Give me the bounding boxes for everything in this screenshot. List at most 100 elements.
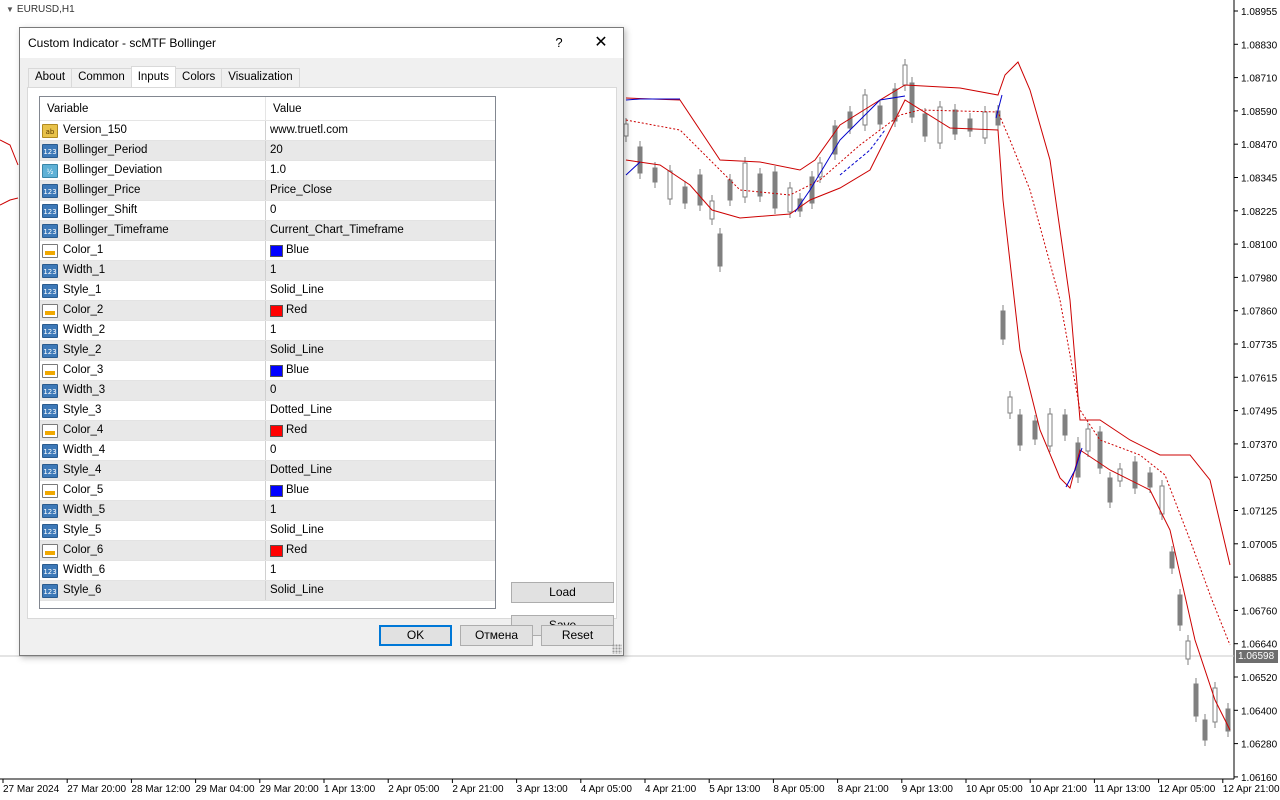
value-cell[interactable]: Solid_Line: [266, 521, 495, 540]
tab-colors[interactable]: Colors: [175, 68, 223, 87]
variable-name: Style_5: [63, 524, 102, 536]
variable-cell[interactable]: Color_6: [40, 541, 266, 560]
reset-button[interactable]: Reset: [541, 625, 614, 646]
input-row[interactable]: 123 Style_6 Solid_Line: [40, 581, 495, 601]
value-text: Price_Close: [270, 184, 332, 196]
input-row[interactable]: ab Version_150 www.truetl.com: [40, 121, 495, 141]
variable-cell[interactable]: 123 Style_2: [40, 341, 266, 360]
variable-cell[interactable]: 123 Width_5: [40, 501, 266, 520]
value-cell[interactable]: 20: [266, 141, 495, 160]
price-label: 1.07125: [1241, 507, 1278, 518]
input-row[interactable]: 123 Width_2 1: [40, 321, 495, 341]
variable-cell[interactable]: 123 Bollinger_Shift: [40, 201, 266, 220]
variable-cell[interactable]: 123 Width_6: [40, 561, 266, 580]
variable-cell[interactable]: Color_5: [40, 481, 266, 500]
value-cell[interactable]: Blue: [266, 241, 495, 260]
price-label: 1.06885: [1241, 573, 1278, 584]
candle-body: [1132, 461, 1138, 489]
value-cell[interactable]: Blue: [266, 361, 495, 380]
variable-cell[interactable]: 123 Bollinger_Period: [40, 141, 266, 160]
value-cell[interactable]: Dotted_Line: [266, 401, 495, 420]
variable-cell[interactable]: 123 Style_6: [40, 581, 266, 600]
input-row[interactable]: 123 Style_2 Solid_Line: [40, 341, 495, 361]
variable-cell[interactable]: 123 Bollinger_Price: [40, 181, 266, 200]
input-row[interactable]: 123 Width_5 1: [40, 501, 495, 521]
variable-cell[interactable]: 123 Width_1: [40, 261, 266, 280]
candle-body: [697, 174, 703, 206]
input-row[interactable]: 123 Bollinger_Shift 0: [40, 201, 495, 221]
value-cell[interactable]: Solid_Line: [266, 341, 495, 360]
input-row[interactable]: 123 Width_3 0: [40, 381, 495, 401]
variable-name: Width_3: [63, 384, 106, 396]
value-cell[interactable]: Red: [266, 301, 495, 320]
variable-cell[interactable]: 123 Style_3: [40, 401, 266, 420]
variable-cell[interactable]: Color_2: [40, 301, 266, 320]
input-row[interactable]: 123 Style_5 Solid_Line: [40, 521, 495, 541]
value-cell[interactable]: 1.0: [266, 161, 495, 180]
tab-common[interactable]: Common: [71, 68, 132, 87]
variable-cell[interactable]: Color_3: [40, 361, 266, 380]
value-cell[interactable]: Solid_Line: [266, 281, 495, 300]
variable-cell[interactable]: 123 Width_3: [40, 381, 266, 400]
close-button[interactable]: ✕: [584, 28, 618, 58]
input-row[interactable]: 123 Style_1 Solid_Line: [40, 281, 495, 301]
variable-cell[interactable]: 123 Style_5: [40, 521, 266, 540]
price-label: 1.07980: [1241, 273, 1278, 284]
variable-cell[interactable]: 123 Style_4: [40, 461, 266, 480]
variable-cell[interactable]: 123 Style_1: [40, 281, 266, 300]
input-row[interactable]: Color_1 Blue: [40, 241, 495, 261]
value-cell[interactable]: 0: [266, 381, 495, 400]
variable-cell[interactable]: 123 Width_4: [40, 441, 266, 460]
input-row[interactable]: 123 Width_6 1: [40, 561, 495, 581]
input-row[interactable]: 123 Bollinger_Period 20: [40, 141, 495, 161]
value-cell[interactable]: 1: [266, 261, 495, 280]
resize-grip-icon[interactable]: [612, 644, 622, 654]
value-cell[interactable]: www.truetl.com: [266, 121, 495, 140]
value-cell[interactable]: 1: [266, 561, 495, 580]
tab-inputs[interactable]: Inputs: [130, 66, 177, 87]
value-cell[interactable]: Red: [266, 541, 495, 560]
variable-cell[interactable]: Color_1: [40, 241, 266, 260]
input-row[interactable]: 123 Bollinger_Price Price_Close: [40, 181, 495, 201]
variable-cell[interactable]: ½ Bollinger_Deviation: [40, 161, 266, 180]
value-cell[interactable]: 0: [266, 441, 495, 460]
column-header-value[interactable]: Value: [266, 97, 302, 121]
time-label: 29 Mar 20:00: [260, 784, 319, 795]
value-cell[interactable]: Blue: [266, 481, 495, 500]
value-cell[interactable]: Solid_Line: [266, 581, 495, 600]
input-row[interactable]: 123 Style_3 Dotted_Line: [40, 401, 495, 421]
input-row[interactable]: Color_6 Red: [40, 541, 495, 561]
dropdown-triangle-icon[interactable]: ▼: [6, 5, 14, 14]
tab-visualization[interactable]: Visualization: [221, 68, 300, 87]
input-row[interactable]: 123 Style_4 Dotted_Line: [40, 461, 495, 481]
load-button[interactable]: Load: [511, 582, 614, 603]
inputs-grid[interactable]: Variable Value ab Version_150 www.truetl.c…: [39, 96, 496, 609]
column-header-variable[interactable]: Variable: [40, 97, 266, 121]
value-cell[interactable]: 1: [266, 321, 495, 340]
value-cell[interactable]: Red: [266, 421, 495, 440]
variable-cell[interactable]: 123 Width_2: [40, 321, 266, 340]
variable-cell[interactable]: Color_4: [40, 421, 266, 440]
chart-symbol-label: ▼ EURUSD,H1: [6, 4, 75, 15]
cancel-button[interactable]: Отмена: [460, 625, 533, 646]
ok-button[interactable]: OK: [379, 625, 452, 646]
variable-cell[interactable]: 123 Bollinger_Timeframe: [40, 221, 266, 240]
input-row[interactable]: Color_2 Red: [40, 301, 495, 321]
input-row[interactable]: Color_4 Red: [40, 421, 495, 441]
input-row[interactable]: Color_5 Blue: [40, 481, 495, 501]
tab-about[interactable]: About: [28, 68, 73, 87]
help-button[interactable]: ?: [544, 28, 574, 58]
input-row[interactable]: 123 Width_4 0: [40, 441, 495, 461]
dialog-titlebar[interactable]: Custom Indicator - scMTF Bollinger ? ✕: [20, 28, 623, 58]
variable-cell[interactable]: ab Version_150: [40, 121, 266, 140]
input-row[interactable]: ½ Bollinger_Deviation 1.0: [40, 161, 495, 181]
value-cell[interactable]: 0: [266, 201, 495, 220]
input-row[interactable]: 123 Bollinger_Timeframe Current_Chart_Time…: [40, 221, 495, 241]
input-row[interactable]: Color_3 Blue: [40, 361, 495, 381]
variable-name: Color_2: [63, 304, 104, 316]
value-cell[interactable]: Price_Close: [266, 181, 495, 200]
value-cell[interactable]: Dotted_Line: [266, 461, 495, 480]
value-cell[interactable]: Current_Chart_Timeframe: [266, 221, 495, 240]
input-row[interactable]: 123 Width_1 1: [40, 261, 495, 281]
value-cell[interactable]: 1: [266, 501, 495, 520]
